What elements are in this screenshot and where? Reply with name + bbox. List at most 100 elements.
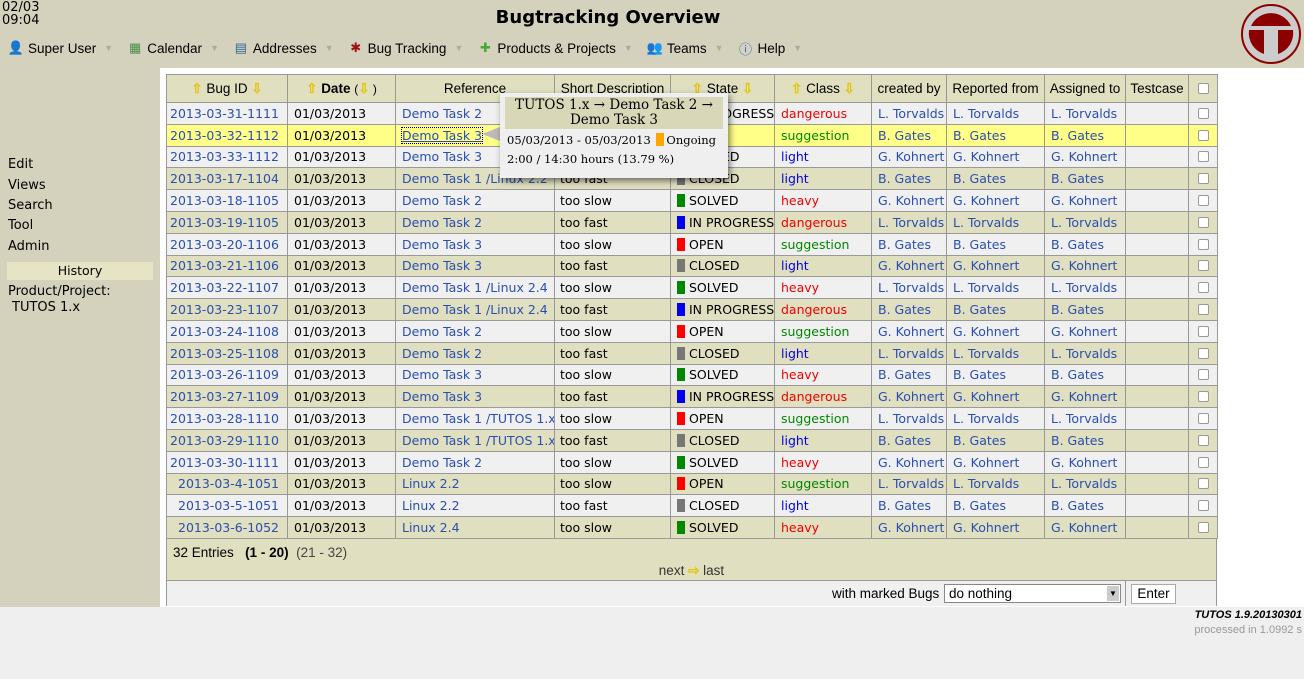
user-link[interactable]: B. Gates <box>1051 433 1104 448</box>
last-link[interactable]: last <box>703 563 724 578</box>
reference-link[interactable]: Demo Task 2 <box>402 346 482 361</box>
row-checkbox[interactable] <box>1197 500 1209 512</box>
chevron-down-icon[interactable]: ▼ <box>793 43 802 53</box>
chevron-down-icon[interactable]: ▼ <box>104 43 113 53</box>
sidebar-link-tool[interactable]: Tool <box>8 218 33 233</box>
reference-link[interactable]: Demo Task 2 <box>402 324 482 339</box>
column-header-testcase[interactable]: Testcase <box>1125 74 1189 103</box>
user-link[interactable]: B. Gates <box>878 433 931 448</box>
user-link[interactable]: G. Kohnert <box>953 193 1019 208</box>
reference-link[interactable]: Linux 2.4 <box>402 520 460 535</box>
reference-link[interactable]: Demo Task 2 <box>402 455 482 470</box>
menu-products-projects[interactable]: ✚ Products & Projects ▼ <box>477 40 633 56</box>
bug-id-link[interactable]: 2013-03-4-1051 <box>178 476 279 491</box>
column-header-reported-from[interactable]: Reported from <box>946 74 1045 103</box>
reference-link[interactable]: Demo Task 3 <box>402 237 482 252</box>
row-checkbox[interactable] <box>1197 195 1209 207</box>
row-checkbox[interactable] <box>1197 216 1209 228</box>
user-link[interactable]: B. Gates <box>878 171 931 186</box>
bug-id-link[interactable]: 2013-03-33-1112 <box>170 149 279 164</box>
row-checkbox[interactable] <box>1197 434 1209 446</box>
bug-id-link[interactable]: 2013-03-32-1112 <box>170 128 279 143</box>
bug-id-link[interactable]: 2013-03-19-1105 <box>170 215 279 230</box>
user-link[interactable]: L. Torvalds <box>878 476 944 491</box>
reference-link[interactable]: Demo Task 3 <box>402 367 482 382</box>
menu-calendar[interactable]: ▦ Calendar ▼ <box>127 40 219 56</box>
sidebar-link-views[interactable]: Views <box>8 178 46 193</box>
chevron-down-icon[interactable]: ▼ <box>715 43 724 53</box>
user-link[interactable]: G. Kohnert <box>1051 324 1117 339</box>
user-link[interactable]: G. Kohnert <box>878 149 944 164</box>
reference-link[interactable]: Demo Task 3 <box>402 258 482 273</box>
reference-link[interactable]: Demo Task 1 /TUTOS 1.x <box>402 433 554 448</box>
user-link[interactable]: G. Kohnert <box>1051 149 1117 164</box>
user-link[interactable]: G. Kohnert <box>953 258 1019 273</box>
bug-id-link[interactable]: 2013-03-23-1107 <box>170 302 279 317</box>
user-link[interactable]: G. Kohnert <box>953 324 1019 339</box>
user-link[interactable]: L. Torvalds <box>1051 411 1117 426</box>
row-checkbox[interactable] <box>1197 260 1209 272</box>
bug-id-link[interactable]: 2013-03-28-1110 <box>170 411 279 426</box>
user-link[interactable]: G. Kohnert <box>953 389 1019 404</box>
user-link[interactable]: G. Kohnert <box>878 324 944 339</box>
menu-bug-tracking[interactable]: ✱ Bug Tracking ▼ <box>348 40 463 56</box>
reference-link[interactable]: Demo Task 3 <box>402 389 482 404</box>
user-link[interactable]: L. Torvalds <box>953 106 1019 121</box>
chevron-down-icon[interactable]: ▼ <box>1107 586 1119 601</box>
product-value[interactable]: TUTOS 1.x <box>12 300 80 315</box>
bug-id-link[interactable]: 2013-03-25-1108 <box>170 346 279 361</box>
bug-id-link[interactable]: 2013-03-22-1107 <box>170 280 279 295</box>
row-checkbox[interactable] <box>1197 391 1209 403</box>
column-header-assigned-to[interactable]: Assigned to <box>1044 74 1126 103</box>
version-link[interactable]: TUTOS 1.9.20130301 <box>1195 609 1302 621</box>
user-link[interactable]: B. Gates <box>878 498 931 513</box>
user-link[interactable]: B. Gates <box>1051 237 1104 252</box>
sort-desc-icon[interactable]: ⇩ <box>251 81 262 96</box>
user-link[interactable]: B. Gates <box>953 498 1006 513</box>
menu-teams[interactable]: 👥 Teams ▼ <box>647 40 724 56</box>
user-link[interactable]: L. Torvalds <box>878 106 944 121</box>
reference-link[interactable]: Demo Task 1 /TUTOS 1.x <box>402 411 554 426</box>
row-checkbox[interactable] <box>1197 325 1209 337</box>
reference-link[interactable]: Demo Task 3 <box>400 126 484 144</box>
user-link[interactable]: B. Gates <box>953 433 1006 448</box>
user-link[interactable]: L. Torvalds <box>878 215 944 230</box>
bug-id-link[interactable]: 2013-03-17-1104 <box>170 171 279 186</box>
page-link[interactable]: (21 - 32) <box>296 545 347 560</box>
sort-asc-icon[interactable]: ⇧ <box>306 81 317 96</box>
chevron-down-icon[interactable]: ▼ <box>454 43 463 53</box>
bug-id-link[interactable]: 2013-03-31-1111 <box>170 106 279 121</box>
history-button[interactable]: History <box>7 262 153 280</box>
bug-id-link[interactable]: 2013-03-29-1110 <box>170 433 279 448</box>
user-link[interactable]: L. Torvalds <box>1051 215 1117 230</box>
user-link[interactable]: G. Kohnert <box>878 455 944 470</box>
bug-id-link[interactable]: 2013-03-27-1109 <box>170 389 279 404</box>
user-link[interactable]: G. Kohnert <box>878 193 944 208</box>
sort-desc-icon[interactable]: ⇩ <box>358 81 369 96</box>
sidebar-link-edit[interactable]: Edit <box>8 157 33 172</box>
reference-link[interactable]: Demo Task 3 <box>402 149 482 164</box>
reference-link[interactable]: Demo Task 2 <box>402 106 482 121</box>
select-all-checkbox[interactable] <box>1197 83 1209 94</box>
row-checkbox[interactable] <box>1197 238 1209 250</box>
user-link[interactable]: G. Kohnert <box>1051 455 1117 470</box>
menu-super-user[interactable]: 👤 Super User ▼ <box>8 40 113 56</box>
user-link[interactable]: G. Kohnert <box>953 455 1019 470</box>
bug-id-link[interactable]: 2013-03-18-1105 <box>170 193 279 208</box>
user-link[interactable]: L. Torvalds <box>1051 476 1117 491</box>
user-link[interactable]: G. Kohnert <box>878 258 944 273</box>
user-link[interactable]: L. Torvalds <box>878 280 944 295</box>
user-link[interactable]: L. Torvalds <box>953 476 1019 491</box>
sort-desc-icon[interactable]: ⇩ <box>844 81 855 96</box>
column-header-class[interactable]: ⇧ Class ⇩ <box>774 74 872 103</box>
row-checkbox[interactable] <box>1197 173 1209 185</box>
user-link[interactable]: L. Torvalds <box>953 411 1019 426</box>
bug-id-link[interactable]: 2013-03-20-1106 <box>170 237 279 252</box>
user-link[interactable]: B. Gates <box>1051 498 1104 513</box>
reference-link[interactable]: Demo Task 1 /Linux 2.4 <box>402 280 548 295</box>
row-checkbox[interactable] <box>1197 369 1209 381</box>
user-link[interactable]: L. Torvalds <box>878 346 944 361</box>
user-link[interactable]: B. Gates <box>1051 302 1104 317</box>
bug-id-link[interactable]: 2013-03-5-1051 <box>178 498 279 513</box>
user-link[interactable]: L. Torvalds <box>1051 346 1117 361</box>
